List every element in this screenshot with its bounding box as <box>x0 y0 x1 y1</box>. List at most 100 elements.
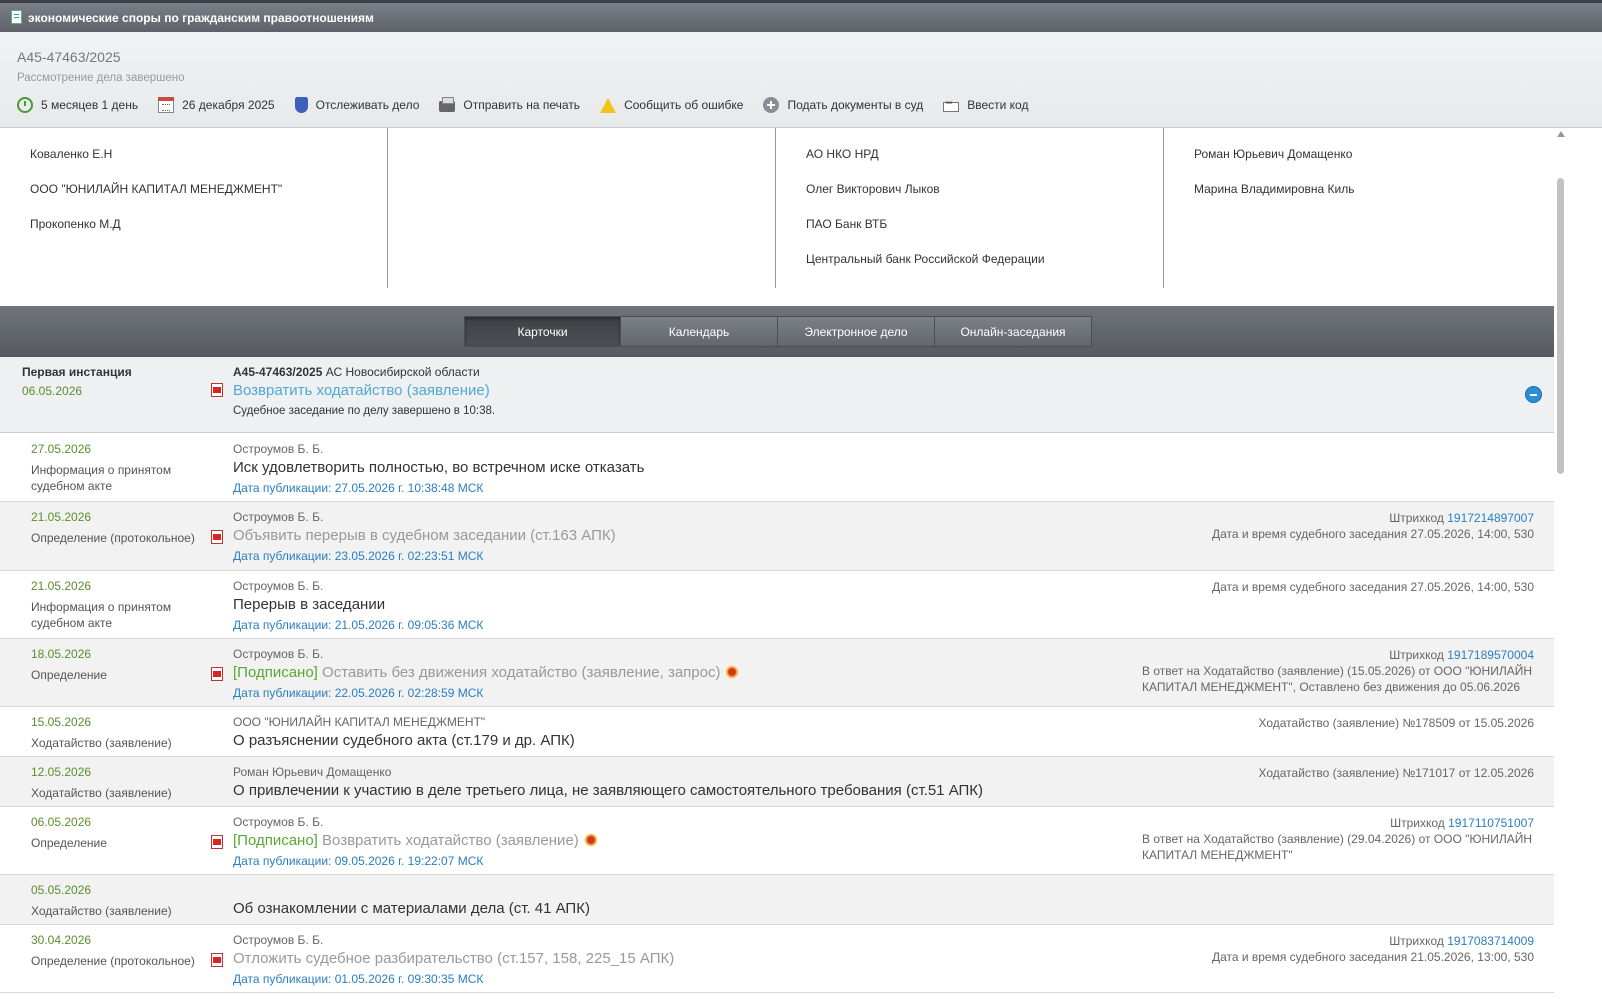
barcode-line: Штрихкод 1917189570004 <box>1389 647 1534 663</box>
event-title: Перерыв в заседании <box>233 596 386 613</box>
instance-title: Первая инстанция <box>22 365 132 379</box>
print-label: Отправить на печать <box>463 98 581 112</box>
participant-name[interactable]: АО НКО НРД <box>806 147 1163 162</box>
event-publication-date: Дата публикации: 21.05.2026 г. 09:05:36 … <box>233 618 484 632</box>
third-parties-column: АО НКО НРД Олег Викторович Лыков ПАО Бан… <box>776 128 1164 288</box>
reply-note: В ответ на Ходатайство (заявление) (29.0… <box>1142 832 1532 862</box>
event-publication-date: Дата публикации: 23.05.2026 г. 02:23:51 … <box>233 549 484 563</box>
barcode-link[interactable]: 1917189570004 <box>1447 648 1534 662</box>
event-publication-date: Дата публикации: 22.05.2026 г. 02:28:59 … <box>233 686 484 700</box>
participant-name[interactable]: ПАО Банк ВТБ <box>806 217 1163 232</box>
event-type: Информация о принятом судебном акте <box>31 463 172 493</box>
hearing-datetime: Дата и время судебного заседания 27.05.2… <box>1211 580 1534 594</box>
report-error-button[interactable]: Сообщить об ошибке <box>600 97 743 113</box>
barcode-label: Штрихкод <box>1390 816 1449 830</box>
seal-icon <box>584 834 597 846</box>
duration-item: 5 месяцев 1 день <box>17 97 138 113</box>
event-type: Определение (протокольное) <box>31 954 195 968</box>
participant-name[interactable]: ООО "ЮНИЛАЙН КАПИТАЛ МЕНЕДЖМЕНТ" <box>30 182 387 197</box>
barcode-line: Штрихкод 1917083714009 <box>1212 933 1534 949</box>
event-row: 27.05.2026 Информация о принятом судебно… <box>0 434 1554 502</box>
barcode-label: Штрихкод <box>1389 648 1448 662</box>
barcode-label: Штрихкод <box>1389 934 1448 948</box>
tab-calendar[interactable]: Календарь <box>621 316 778 347</box>
participant-name[interactable]: Марина Владимировна Киль <box>1194 182 1552 197</box>
event-date: 21.05.2026 <box>31 510 92 524</box>
event-row: 06.05.2026 Определение Остроумов Б. Б. [… <box>0 807 1554 875</box>
scroll-up-arrow-icon[interactable] <box>1557 131 1565 137</box>
barcode-line: Штрихкод 1917110751007 <box>1390 815 1534 831</box>
event-author: Остроумов Б. Б. <box>233 647 324 661</box>
tab-online-hearings[interactable]: Онлайн-заседания <box>935 316 1092 347</box>
date-item[interactable]: 26 декабря 2025 <box>158 97 275 113</box>
submit-documents-label: Подать документы в суд <box>787 98 924 112</box>
event-row: 15.05.2026 Ходатайство (заявление) ООО "… <box>0 707 1554 757</box>
plus-icon <box>763 97 780 113</box>
enter-code-label: Ввести код <box>967 98 1029 112</box>
tab-cards[interactable]: Карточки <box>464 316 621 347</box>
hearing-datetime: Дата и время судебного заседания 21.05.2… <box>1211 950 1534 964</box>
collapse-icon[interactable] <box>1525 386 1542 403</box>
event-document-link[interactable]: Объявить перерыв в судебном заседании (с… <box>233 527 616 544</box>
event-date: 27.05.2026 <box>31 442 92 456</box>
plaintiffs-column: Коваленко Е.Н ООО "ЮНИЛАЙН КАПИТАЛ МЕНЕД… <box>0 128 388 288</box>
event-document-link[interactable]: [Подписано] Оставить без движения ходата… <box>233 664 739 681</box>
event-document-link[interactable]: Отложить судебное разбирательство (ст.15… <box>233 950 674 967</box>
event-date: 21.05.2026 <box>31 579 92 593</box>
event-details: Штрихкод 1917189570004 <box>1389 647 1534 663</box>
shield-icon <box>294 97 308 113</box>
event-type: Определение <box>31 836 107 850</box>
participant-name[interactable]: Центральный банк Российской Федерации <box>806 252 1163 267</box>
signed-label: [Подписано] <box>233 664 318 681</box>
barcode-link[interactable]: 1917083714009 <box>1447 934 1534 948</box>
scrollbar[interactable] <box>1554 128 1568 999</box>
event-row: 21.05.2026 Информация о принятом судебно… <box>0 571 1554 639</box>
case-status: Рассмотрение дела завершено <box>17 72 185 84</box>
petition-reference: Ходатайство (заявление) №178509 от 15.05… <box>1258 716 1534 730</box>
barcode-link[interactable]: 1917110751007 <box>1448 816 1534 830</box>
enter-code-button[interactable]: Ввести код <box>943 98 1028 112</box>
event-publication-date: Дата публикации: 09.05.2026 г. 19:22:07 … <box>233 854 484 868</box>
event-type: Ходатайство (заявление) <box>31 904 172 918</box>
participant-name[interactable]: Олег Викторович Лыков <box>806 182 1163 197</box>
instance-header: Первая инстанция 06.05.2026 А45-47463/20… <box>0 357 1554 433</box>
document-icon <box>11 10 22 24</box>
event-type: Определение (протокольное) <box>31 531 195 545</box>
event-date: 30.04.2026 <box>31 933 92 947</box>
event-title: Оставить без движения ходатайство (заявл… <box>317 664 721 681</box>
events-list: 27.05.2026 Информация о принятом судебно… <box>0 434 1554 993</box>
pdf-icon[interactable] <box>211 835 223 849</box>
event-type: Определение <box>31 668 107 682</box>
event-title: Об ознакомлении с материалами дела (ст. … <box>233 900 590 917</box>
participant-name[interactable]: Прокопенко М.Д <box>30 217 387 232</box>
petition-reference: Ходатайство (заявление) №171017 от 12.05… <box>1258 766 1534 780</box>
event-type: Информация о принятом судебном акте <box>31 600 172 630</box>
event-details: Дата и время судебного заседания 27.05.2… <box>1212 579 1534 595</box>
barcode-link[interactable]: 1917214897007 <box>1447 511 1534 525</box>
event-author: Остроумов Б. Б. <box>233 933 324 947</box>
event-publication-date: Дата публикации: 01.05.2026 г. 09:30:35 … <box>233 972 484 986</box>
tab-electronic-case[interactable]: Электронное дело <box>778 316 935 347</box>
title-bar: экономические споры по гражданским право… <box>0 0 1602 32</box>
tab-bar: Карточки Календарь Электронное дело Онла… <box>0 306 1554 357</box>
event-row: 12.05.2026 Ходатайство (заявление) Роман… <box>0 757 1554 807</box>
event-author: ООО "ЮНИЛАЙН КАПИТАЛ МЕНЕДЖМЕНТ" <box>233 715 486 729</box>
reply-note: В ответ на Ходатайство (заявление) (15.0… <box>1142 664 1532 694</box>
print-button[interactable]: Отправить на печать <box>439 97 581 112</box>
pdf-icon[interactable] <box>211 953 223 967</box>
pdf-icon[interactable] <box>211 383 223 397</box>
participant-name[interactable]: Роман Юрьевич Домащенко <box>1194 147 1552 162</box>
instance-document-link[interactable]: Возвратить ходатайство (заявление) <box>233 382 490 399</box>
event-document-link[interactable]: [Подписано] Возвратить ходатайство (заяв… <box>233 832 597 849</box>
track-case-button[interactable]: Отслеживать дело <box>294 97 419 113</box>
pdf-icon[interactable] <box>211 530 223 544</box>
event-date: 05.05.2026 <box>31 883 92 897</box>
participant-name[interactable]: Коваленко Е.Н <box>30 147 387 162</box>
page: экономические споры по гражданским право… <box>0 0 1602 999</box>
pdf-icon[interactable] <box>211 667 223 681</box>
event-details: Штрихкод 1917110751007 <box>1390 815 1534 831</box>
scroll-thumb[interactable] <box>1557 178 1564 474</box>
hearing-datetime: Дата и время судебного заседания 27.05.2… <box>1211 527 1534 541</box>
duration-label: 5 месяцев 1 день <box>41 98 139 112</box>
submit-documents-button[interactable]: Подать документы в суд <box>763 97 923 113</box>
